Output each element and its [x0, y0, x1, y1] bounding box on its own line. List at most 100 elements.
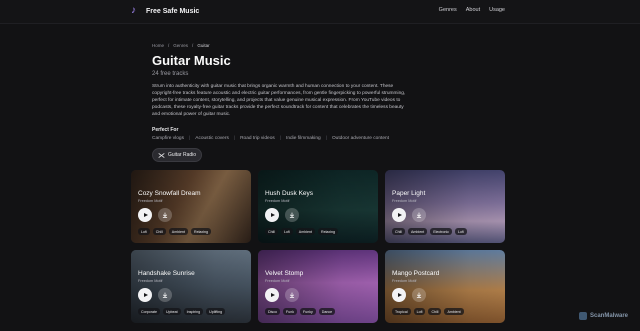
track-artist: Freedom Motif: [138, 199, 163, 203]
breadcrumb-separator: /: [192, 43, 194, 48]
guitar-radio-label: Guitar Radio: [167, 152, 197, 158]
tag[interactable]: Ambient: [444, 308, 464, 315]
tag-list: Disco Funk Funky Dance: [265, 308, 336, 315]
tag[interactable]: Dance: [318, 308, 336, 315]
download-button[interactable]: [158, 288, 172, 302]
top-navbar: ♪ Free Safe Music Genres About Usage: [0, 0, 640, 24]
tag[interactable]: Lofi: [454, 228, 467, 235]
download-icon: [289, 292, 295, 298]
genre-description: Strum into authenticity with guitar musi…: [152, 84, 406, 117]
download-button[interactable]: [412, 288, 426, 302]
tag[interactable]: Lofi: [138, 228, 150, 235]
download-icon: [162, 212, 168, 218]
track-artist: Freedom Motif: [265, 199, 290, 203]
play-icon: [143, 293, 148, 297]
play-icon: [397, 293, 402, 297]
download-button[interactable]: [285, 288, 299, 302]
music-note-icon: ♪: [131, 5, 136, 16]
brand-logo[interactable]: ♪ Free Safe Music: [131, 5, 199, 17]
perfect-for-item: Road trip videos: [240, 136, 275, 141]
tag[interactable]: Chill: [152, 228, 166, 235]
track-title[interactable]: Paper Light: [392, 190, 425, 197]
watermark-text: ScanMalware: [590, 313, 629, 319]
track-artist: Freedom Motif: [265, 279, 290, 283]
nav-link-usage[interactable]: Usage: [489, 7, 505, 13]
track-title[interactable]: Velvet Stomp: [265, 270, 303, 277]
guitar-radio-button[interactable]: Guitar Radio: [152, 148, 202, 162]
download-button[interactable]: [285, 208, 299, 222]
download-icon: [416, 212, 422, 218]
separator: |: [325, 136, 327, 141]
breadcrumb-separator: /: [168, 43, 170, 48]
play-button[interactable]: [138, 208, 152, 222]
perfect-for-item: Outdoor adventure content: [331, 136, 390, 141]
track-title[interactable]: Hush Dusk Keys: [265, 190, 313, 197]
nav-link-genres[interactable]: Genres: [439, 7, 457, 13]
tag[interactable]: Corporate: [138, 308, 160, 315]
perfect-for-item: Acoustic covers: [195, 136, 229, 141]
play-button[interactable]: [138, 288, 152, 302]
breadcrumb-current: Guitar: [197, 43, 210, 48]
tag[interactable]: Lofi: [413, 308, 426, 315]
breadcrumb: Home / Genres / Guitar: [152, 43, 210, 48]
play-icon: [397, 213, 402, 217]
tag[interactable]: Relaxing: [317, 228, 338, 235]
track-card[interactable]: Hush Dusk Keys Freedom Motif Chill Lofi …: [258, 170, 378, 243]
nav-links: Genres About Usage: [439, 7, 505, 13]
breadcrumb-genres[interactable]: Genres: [173, 43, 188, 48]
perfect-for-item: Indie filmmaking: [286, 136, 321, 141]
play-icon: [270, 213, 275, 217]
tag[interactable]: Disco: [265, 308, 280, 315]
tag[interactable]: Tropical: [392, 308, 411, 315]
track-artist: Freedom Motif: [392, 199, 417, 203]
separator: |: [189, 136, 191, 141]
tag[interactable]: Funk: [283, 308, 297, 315]
track-card[interactable]: Mango Postcard Freedom Motif Tropical Lo…: [385, 250, 505, 323]
tag-list: Chill Ambient Electronic Lofi: [392, 228, 467, 235]
tag-list: Lofi Chill Ambient Relaxing: [138, 228, 211, 235]
track-title[interactable]: Cozy Snowfall Dream: [138, 190, 201, 197]
tag[interactable]: Ambient: [168, 228, 188, 235]
tag[interactable]: Chill: [265, 228, 278, 235]
perfect-for-item: Campfire vlogs: [152, 136, 184, 141]
play-button[interactable]: [392, 288, 406, 302]
play-button[interactable]: [265, 288, 279, 302]
track-card[interactable]: Cozy Snowfall Dream Freedom Motif Lofi C…: [131, 170, 251, 243]
track-card[interactable]: Paper Light Freedom Motif Chill Ambient …: [385, 170, 505, 243]
track-title[interactable]: Mango Postcard: [392, 270, 439, 277]
download-icon: [289, 212, 295, 218]
brand-name: Free Safe Music: [146, 7, 200, 15]
tag[interactable]: Relaxing: [190, 228, 211, 235]
track-artist: Freedom Motif: [392, 279, 417, 283]
play-button[interactable]: [392, 208, 406, 222]
tag[interactable]: Chill: [428, 308, 442, 315]
watermark-logo-icon: [579, 312, 587, 320]
tag-list: Tropical Lofi Chill Ambient: [392, 308, 464, 315]
tag[interactable]: Upbeat: [162, 308, 181, 315]
page-title: Guitar Music: [152, 53, 231, 68]
separator: |: [279, 136, 282, 141]
watermark: ScanMalware: [579, 312, 628, 320]
tag[interactable]: Funky: [300, 308, 316, 315]
tag[interactable]: Electronic: [430, 228, 452, 235]
track-card[interactable]: Handshake Sunrise Freedom Motif Corporat…: [131, 250, 251, 323]
tag[interactable]: Ambient: [295, 228, 315, 235]
play-icon: [143, 213, 148, 217]
download-button[interactable]: [412, 208, 426, 222]
play-icon: [270, 293, 275, 297]
tag[interactable]: Lofi: [281, 228, 293, 235]
download-button[interactable]: [158, 208, 172, 222]
tag[interactable]: Ambient: [408, 228, 428, 235]
perfect-for-label: Perfect For: [152, 127, 179, 133]
download-icon: [416, 292, 422, 298]
perfect-for-list: Campfire vlogs | Acoustic covers | Road …: [152, 136, 389, 141]
tag[interactable]: Uplifting: [206, 308, 226, 315]
breadcrumb-home[interactable]: Home: [152, 43, 164, 48]
track-title[interactable]: Handshake Sunrise: [138, 270, 195, 277]
play-button[interactable]: [265, 208, 279, 222]
nav-link-about[interactable]: About: [466, 7, 480, 13]
track-card[interactable]: Velvet Stomp Freedom Motif Disco Funk Fu…: [258, 250, 378, 323]
shuffle-icon: [158, 152, 165, 158]
tag[interactable]: Inspiring: [183, 308, 204, 315]
tag[interactable]: Chill: [392, 228, 405, 235]
